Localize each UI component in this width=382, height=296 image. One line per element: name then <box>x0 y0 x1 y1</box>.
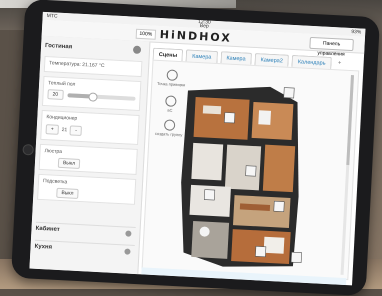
app-logo: HiNDHOX <box>159 27 233 45</box>
home-button[interactable] <box>22 143 34 156</box>
backlight-card: Подсветка Выкл <box>37 173 137 205</box>
floor-heating-card: Теплый пол 20 <box>41 75 142 112</box>
temperature-label: Температура: 21.167 °C <box>49 60 105 70</box>
ac-label: Кондиционер <box>46 114 78 122</box>
chandelier-toggle[interactable]: Выкл <box>57 157 81 169</box>
room-row-label: Кухня <box>34 243 53 251</box>
ac-plus-button[interactable]: + <box>45 124 59 135</box>
tablet-device: MTC 12:30 Вер 93% 100% HiNDHOX Панель уп… <box>10 0 381 296</box>
backlight-toggle[interactable]: Выкл <box>56 187 79 199</box>
room-row-cabinet[interactable]: Кабинет <box>35 221 136 240</box>
sidebar: Гостиная Температура: 21.167 °C Теплый п… <box>29 35 151 275</box>
floor-heating-slider[interactable] <box>67 92 136 102</box>
ac-minus-button[interactable]: - <box>69 125 83 137</box>
control-panel-button[interactable]: Панель управления <box>309 36 354 58</box>
floor-heating-value: 20 <box>47 89 64 100</box>
floor-heating-slider-handle[interactable] <box>87 92 98 102</box>
temperature-card: Температура: 21.167 °C <box>43 55 143 78</box>
floor-plan-canvas[interactable]: Точка привязки аС создать группу <box>141 59 360 281</box>
battery-label: 93% <box>351 28 362 36</box>
room-title: Гостиная <box>44 42 73 51</box>
ac-card: Кондиционер + 21 - <box>40 109 140 145</box>
ac-value: 21 <box>61 126 68 134</box>
room-row-kitchen[interactable]: Кухня <box>34 239 135 258</box>
room-row-label: Кабинет <box>35 225 60 234</box>
chandelier-card: Люстра Выкл <box>38 143 138 175</box>
carrier-label: MTC <box>46 13 58 20</box>
tablet-screen: MTC 12:30 Вер 93% 100% HiNDHOX Панель уп… <box>29 11 366 286</box>
add-tab-button[interactable]: + <box>334 57 345 70</box>
chevron-icon <box>124 248 131 255</box>
floor-plan-image <box>181 75 355 275</box>
chevron-icon <box>125 230 132 237</box>
zoom-select[interactable]: 100% <box>135 28 157 40</box>
